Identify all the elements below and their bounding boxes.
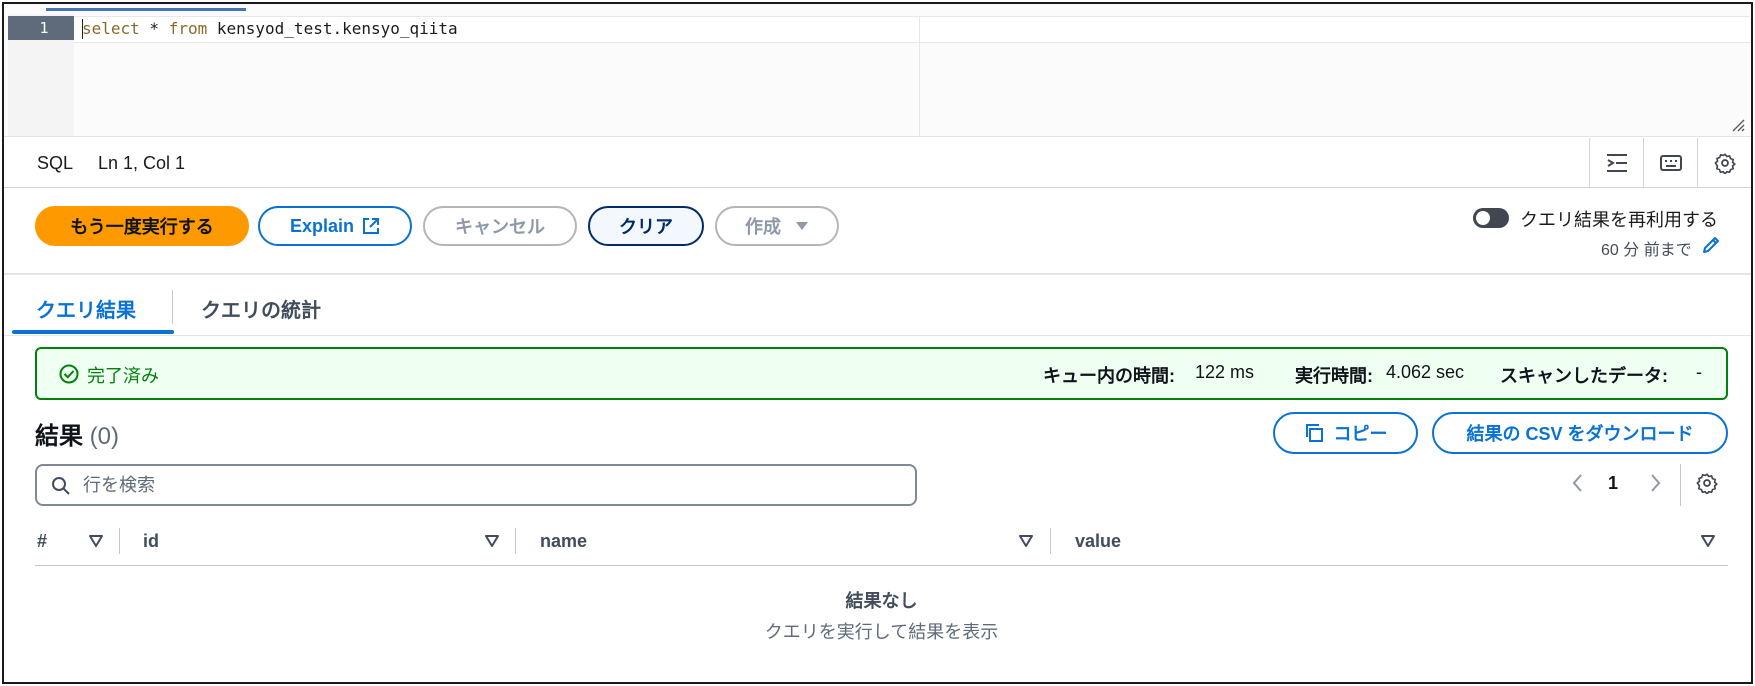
editor-settings-button[interactable]: [1697, 138, 1751, 188]
editor-tab-indicator: [46, 8, 246, 11]
column-header-id[interactable]: id: [143, 531, 159, 552]
column-header-name[interactable]: name: [540, 531, 587, 552]
tab-query-stats[interactable]: クエリの統計: [201, 294, 321, 323]
cursor-position: Ln 1, Col 1: [98, 153, 186, 173]
explain-label: Explain: [289, 215, 355, 236]
query-actions: もう一度実行する Explain キャンセル クリア 作成 クエリ結果を再利用す…: [4, 189, 1751, 275]
cancel-button[interactable]: キャンセル: [423, 206, 577, 246]
queue-time-label: キュー内の時間:: [1043, 366, 1175, 386]
row-search: [35, 464, 917, 506]
results-title: 結果: [35, 423, 83, 450]
external-link-icon: [363, 218, 380, 234]
search-input[interactable]: [83, 466, 903, 504]
reuse-duration: 60 分 前まで: [1601, 242, 1692, 259]
resize-grip-icon[interactable]: [1731, 118, 1745, 132]
gear-icon: [1714, 153, 1736, 174]
column-separator[interactable]: [515, 528, 516, 554]
active-tab-indicator: [12, 330, 174, 334]
caret-down-icon: [796, 222, 808, 230]
line-number: 1: [8, 16, 74, 40]
scanned-data-label: スキャンしたデータ:: [1500, 366, 1668, 386]
pagination-divider: [1680, 464, 1681, 506]
column-separator[interactable]: [119, 528, 120, 554]
tab-divider: [172, 290, 173, 324]
language-label: SQL: [37, 153, 74, 173]
column-separator[interactable]: [1050, 528, 1051, 554]
column-header-index[interactable]: #: [37, 531, 47, 552]
text-caret: [82, 19, 83, 39]
download-csv-button[interactable]: 結果の CSV をダウンロード: [1432, 412, 1728, 454]
run-again-button[interactable]: もう一度実行する: [35, 206, 249, 246]
status-banner: 完了済み キュー内の時間: 122 ms 実行時間: 4.062 sec スキャ…: [35, 347, 1728, 400]
query-table: kensyod_test.kensyo_qiita: [207, 19, 458, 38]
keyword-from: from: [168, 19, 208, 38]
reuse-results-label: クエリ結果を再利用する: [1520, 210, 1718, 230]
status-text: 完了済み: [87, 366, 159, 386]
keyboard-button[interactable]: [1643, 138, 1697, 188]
query-text[interactable]: select * from kensyod_test.kensyo_qiita: [82, 18, 458, 40]
check-circle-icon: [59, 364, 79, 384]
chevron-left-icon[interactable]: [1568, 470, 1588, 496]
indent-icon: [1606, 154, 1627, 172]
pencil-icon[interactable]: [1701, 235, 1721, 255]
search-icon: [52, 477, 70, 495]
sort-down-icon[interactable]: [1019, 534, 1033, 548]
keyboard-icon: [1659, 155, 1682, 171]
clear-button[interactable]: クリア: [588, 206, 704, 246]
run-time-label: 実行時間:: [1295, 366, 1373, 386]
editor-statusbar: SQL Ln 1, Col 1: [4, 138, 1751, 188]
create-label: 作成: [745, 217, 781, 237]
page-number[interactable]: 1: [1608, 473, 1618, 494]
scanned-data-value: -: [1696, 362, 1702, 382]
copy-label: コピー: [1333, 424, 1388, 444]
empty-state-description: クエリを実行して結果を表示: [764, 622, 999, 642]
empty-state-title: 結果なし: [845, 591, 918, 611]
column-header-value[interactable]: value: [1075, 531, 1121, 552]
sort-down-icon[interactable]: [485, 534, 499, 548]
app-frame: 1 select * from kensyod_test.kensyo_qiit…: [2, 2, 1753, 684]
format-button[interactable]: [1589, 138, 1643, 188]
results-table-header: # id name value: [35, 520, 1728, 566]
sql-editor[interactable]: 1 select * from kensyod_test.kensyo_qiit…: [4, 4, 1751, 137]
create-dropdown-button[interactable]: 作成: [715, 206, 839, 246]
toggle-knob: [1476, 211, 1490, 225]
copy-icon: [1305, 424, 1323, 442]
keyword-select: select: [82, 19, 140, 38]
print-margin: [919, 16, 920, 136]
copy-button[interactable]: コピー: [1273, 412, 1418, 454]
run-time-value: 4.062 sec: [1386, 362, 1465, 382]
reuse-results-toggle[interactable]: [1473, 208, 1509, 228]
table-settings-icon[interactable]: [1696, 472, 1718, 494]
result-tabs: クエリ結果 クエリの統計: [4, 276, 1751, 336]
results-heading: 結果 (0): [35, 416, 119, 451]
queue-time-value: 122 ms: [1195, 362, 1255, 382]
query-star: *: [139, 19, 169, 38]
explain-button[interactable]: Explain: [258, 206, 412, 246]
sort-down-icon[interactable]: [89, 534, 103, 548]
tab-query-results[interactable]: クエリ結果: [36, 294, 136, 323]
sort-down-icon[interactable]: [1701, 534, 1715, 548]
chevron-right-icon[interactable]: [1645, 470, 1665, 496]
results-count: (0): [89, 423, 120, 450]
